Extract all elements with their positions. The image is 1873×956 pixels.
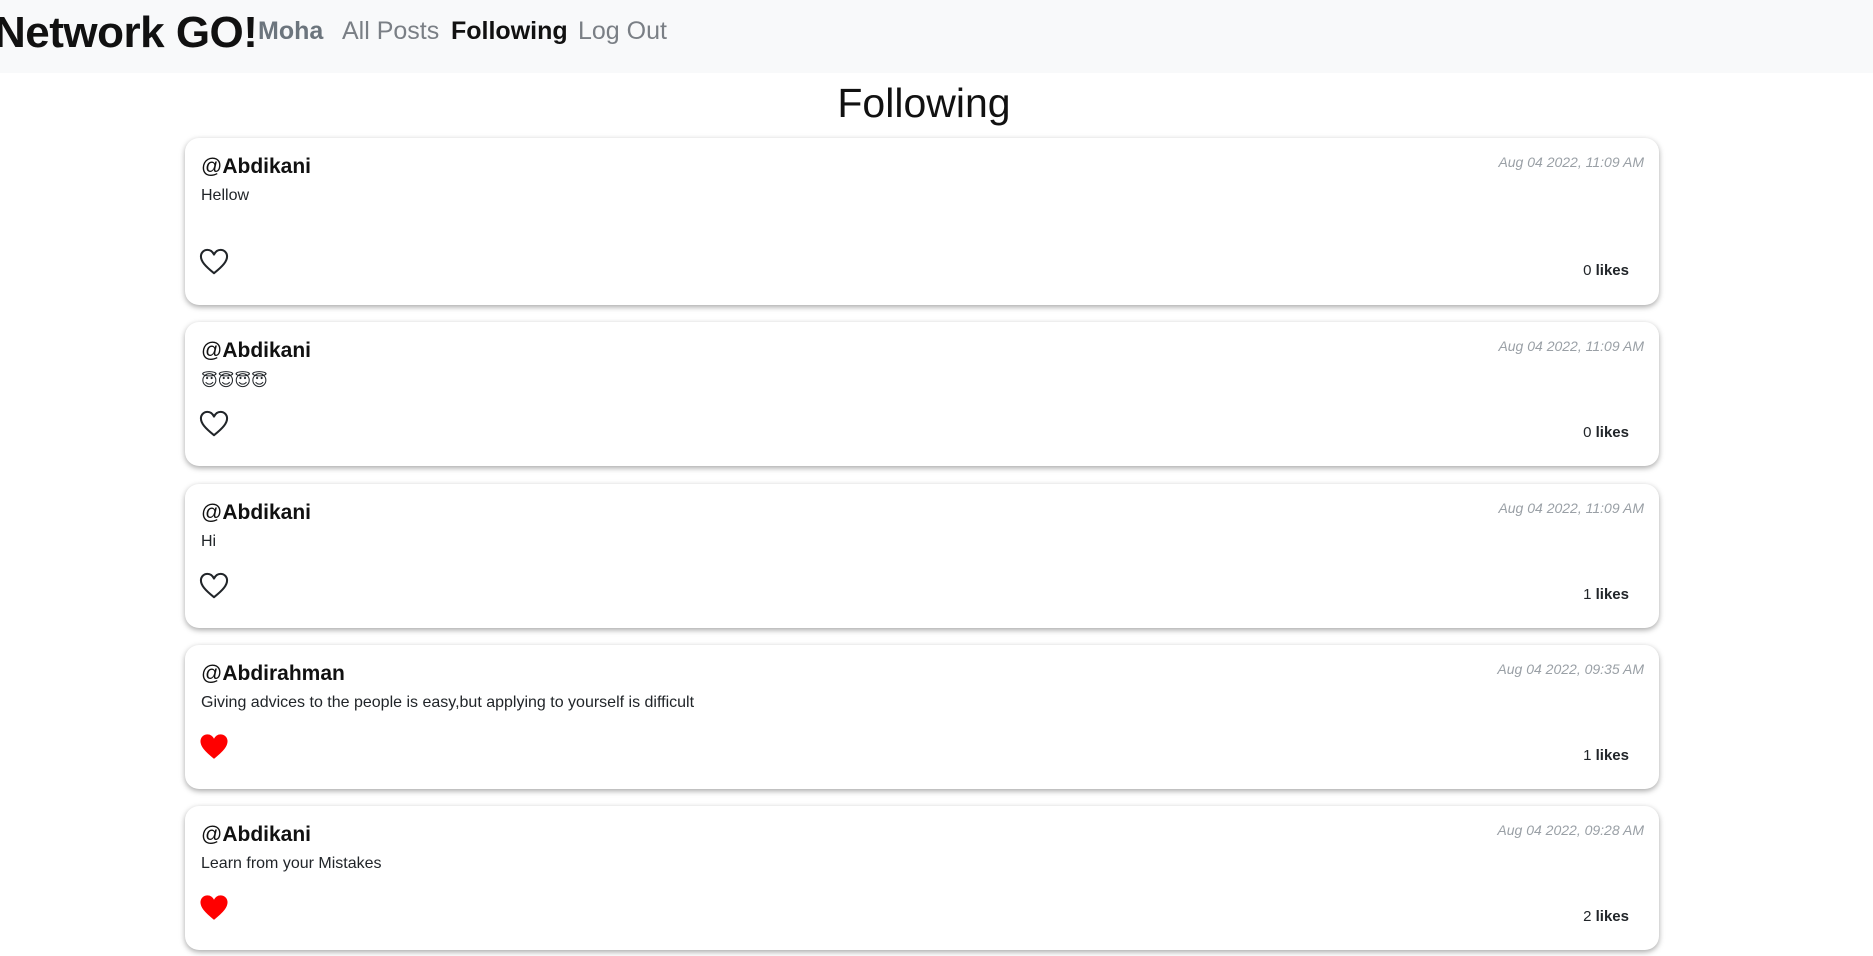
username: Abdirahman	[222, 662, 345, 685]
post-body: 😇😇😇😇	[201, 373, 268, 390]
likes-number: 0	[1583, 424, 1592, 441]
post-body: Hi	[201, 533, 217, 550]
heart-outline-icon[interactable]	[199, 410, 229, 438]
post-body: Learn from your Mistakes	[201, 855, 382, 872]
post-card: @Abdikani Aug 04 2022, 11:09 AM Hi 1 lik…	[185, 484, 1659, 628]
heart-filled-icon[interactable]	[199, 733, 229, 761]
at-symbol: @	[201, 662, 223, 685]
page-title: Following	[837, 80, 1011, 126]
likes-number: 1	[1583, 586, 1592, 603]
post-card: @Abdirahman Aug 04 2022, 09:35 AM Giving…	[185, 645, 1659, 789]
post-username[interactable]: @Abdikani	[201, 339, 311, 363]
post-body: Hellow	[201, 187, 250, 204]
at-symbol: @	[201, 339, 223, 362]
post-card: @Abdikani Aug 04 2022, 09:28 AM Learn fr…	[185, 806, 1659, 950]
navbar: Network GO! Moha All Posts Following Log…	[0, 0, 1873, 73]
likes-count: 2 likes	[1583, 908, 1629, 925]
likes-count: 1 likes	[1583, 586, 1629, 603]
nav-all-posts[interactable]: All Posts	[342, 17, 439, 46]
post-timestamp: Aug 04 2022, 09:28 AM	[1497, 822, 1644, 838]
nav-logout[interactable]: Log Out	[578, 17, 667, 46]
likes-count: 0 likes	[1583, 262, 1629, 279]
nav-user-profile[interactable]: Moha	[258, 17, 323, 46]
likes-count: 0 likes	[1583, 424, 1629, 441]
post-timestamp: Aug 04 2022, 11:09 AM	[1498, 154, 1644, 170]
at-symbol: @	[201, 823, 223, 846]
likes-label: likes	[1595, 586, 1629, 603]
username: Abdikani	[222, 823, 312, 846]
post-username[interactable]: @Abdikani	[201, 501, 311, 525]
post-body: Giving advices to the people is easy,but…	[201, 694, 695, 711]
likes-label: likes	[1595, 908, 1629, 925]
likes-number: 0	[1583, 262, 1592, 279]
post-card: @Abdikani Aug 04 2022, 11:09 AM Hellow 0…	[185, 138, 1659, 305]
brand-logo[interactable]: Network GO!	[0, 8, 258, 58]
post-timestamp: Aug 04 2022, 09:35 AM	[1497, 661, 1644, 677]
post-username[interactable]: @Abdikani	[201, 823, 311, 847]
likes-label: likes	[1595, 747, 1629, 764]
likes-number: 2	[1583, 908, 1592, 925]
post-username[interactable]: @Abdirahman	[201, 662, 345, 686]
post-timestamp: Aug 04 2022, 11:09 AM	[1498, 338, 1644, 354]
likes-number: 1	[1583, 747, 1592, 764]
heart-filled-icon[interactable]	[199, 894, 229, 922]
post-card: @Abdikani Aug 04 2022, 11:09 AM 😇😇😇😇 0 l…	[185, 322, 1659, 466]
heart-outline-icon[interactable]	[199, 572, 229, 600]
post-timestamp: Aug 04 2022, 11:09 AM	[1498, 500, 1644, 516]
username: Abdikani	[222, 339, 312, 362]
username: Abdikani	[222, 155, 312, 178]
username: Abdikani	[222, 501, 312, 524]
likes-count: 1 likes	[1583, 747, 1629, 764]
at-symbol: @	[201, 501, 223, 524]
post-username[interactable]: @Abdikani	[201, 155, 311, 179]
heart-outline-icon[interactable]	[199, 248, 229, 276]
likes-label: likes	[1595, 424, 1629, 441]
likes-label: likes	[1595, 262, 1629, 279]
nav-following[interactable]: Following	[451, 17, 568, 46]
at-symbol: @	[201, 155, 223, 178]
